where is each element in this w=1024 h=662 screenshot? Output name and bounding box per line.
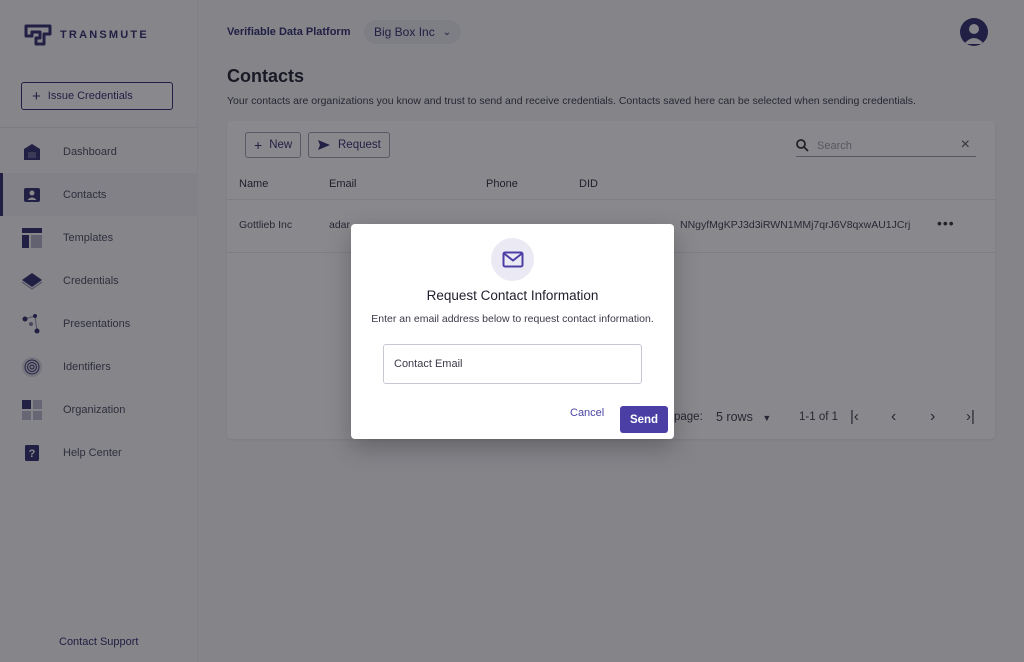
contact-email-input[interactable] [383, 344, 642, 384]
dialog-subtitle: Enter an email address below to request … [371, 313, 654, 325]
dialog-title: Request Contact Information [426, 288, 599, 303]
request-contact-dialog: Request Contact Information Enter an ema… [351, 224, 674, 439]
mail-icon [491, 238, 534, 281]
cancel-button[interactable]: Cancel [570, 407, 604, 419]
send-button[interactable]: Send [620, 406, 668, 433]
